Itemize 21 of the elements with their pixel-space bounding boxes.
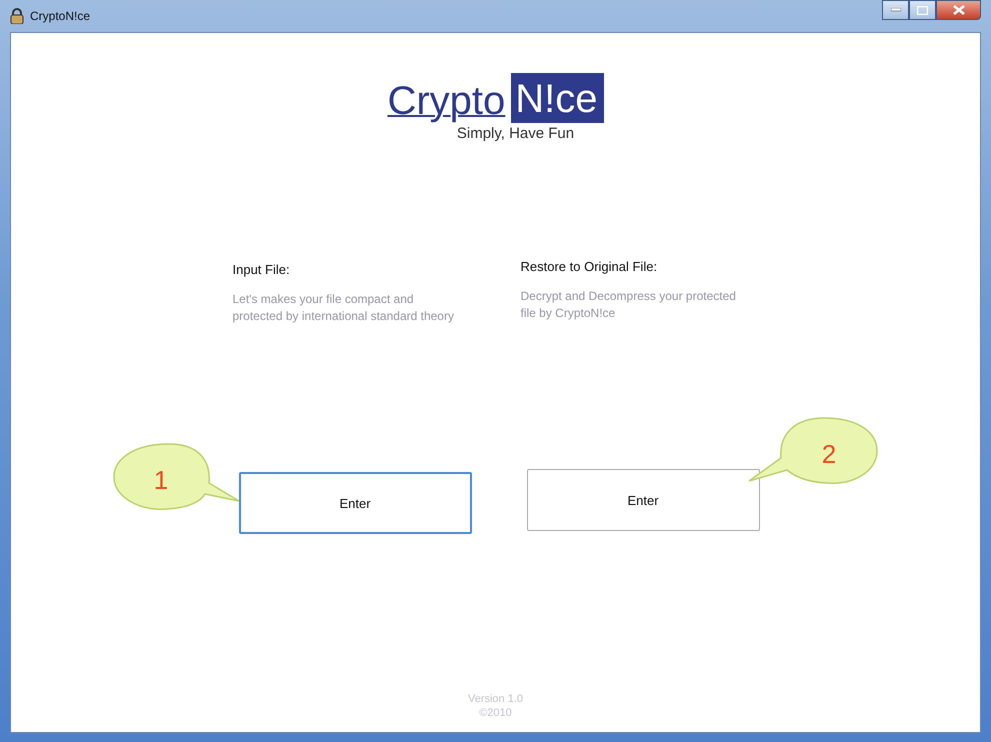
enter-button[interactable]: Enter [238, 472, 472, 534]
logo-badge: N!ce [511, 73, 604, 123]
logo-text: Crypto [387, 79, 506, 123]
section-description: Let's makes your file compact and protected by international standard theory [232, 291, 455, 325]
version-text: Version 1.0 [468, 692, 524, 706]
close-icon [952, 5, 964, 15]
enter-button[interactable]: Enter [526, 469, 760, 531]
maximize-button[interactable] [909, 0, 936, 20]
window-title: CryptoN!ce [30, 9, 90, 23]
section-heading: Input File: [232, 262, 291, 277]
copyright-text: ©2010 [479, 706, 512, 720]
callout-bubble: 2 [749, 417, 878, 484]
minimize-icon [890, 8, 900, 12]
close-button[interactable] [936, 0, 981, 20]
tagline: Simply, Have Fun [456, 125, 574, 142]
maximize-icon [917, 6, 928, 14]
section-description: Decrypt and Decompress your protected file by CryptoN!ce [520, 288, 737, 322]
callout-bubble: 1 [113, 443, 239, 510]
minimize-button[interactable] [882, 0, 909, 20]
section-heading: Restore to Original File: [520, 259, 658, 274]
lock-icon [10, 8, 24, 24]
